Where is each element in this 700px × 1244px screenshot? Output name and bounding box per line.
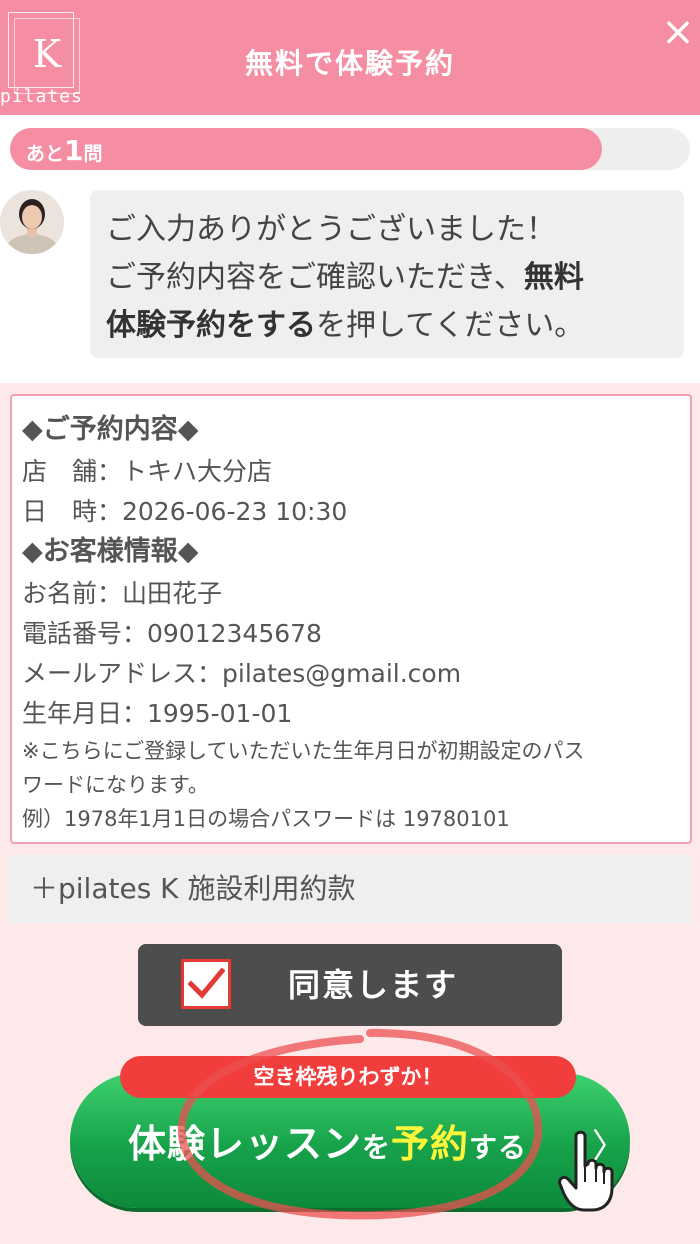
page-title: 無料で体験予約: [244, 47, 455, 80]
agree-label: 同意します: [288, 966, 459, 1004]
avatar-illustration: [0, 190, 64, 254]
password-note-line-1: ※こちらにご登録していただいた生年月日が初期設定のパス: [22, 739, 585, 763]
message-text: を押してください。: [316, 308, 585, 343]
header-bar: K pilates 無料で体験予約 ×: [0, 0, 700, 115]
avatar: [0, 190, 64, 254]
highlight-circle-overlay: [177, 1028, 543, 1220]
message-line-2: ご予約内容をご確認いただき、無料: [106, 254, 670, 302]
message-line-1: ご入力ありがとうございました！: [106, 212, 556, 247]
phone-row: 電話番号：09012345678: [22, 619, 322, 648]
progress-prefix: あと: [26, 143, 65, 165]
checkmark-icon: [187, 967, 226, 999]
message-bold-text: 無料: [523, 260, 584, 295]
email-row: メールアドレス：pilates@gmail.com: [22, 659, 462, 688]
logo-word: pilates: [0, 86, 83, 107]
reservation-details-box: ◆ご予約内容◆ 店 舗：トキハ大分店 日 時：2026-06-23 10:30 …: [10, 394, 692, 844]
reservation-heading: ◆ご予約内容◆: [22, 414, 199, 445]
birthday-row: 生年月日：1995-01-01: [22, 699, 293, 728]
message-bubble: ご入力ありがとうございました！ ご予約内容をご確認いただき、無料 体験予約をする…: [90, 190, 684, 358]
store-row: 店 舗：トキハ大分店: [22, 457, 273, 486]
terms-link[interactable]: ＋pilates K 施設利用約款: [8, 855, 692, 923]
message-line-3: 体験予約をするを押してください。: [106, 302, 670, 350]
close-icon[interactable]: ×: [658, 12, 698, 52]
progress-number: 1: [64, 134, 84, 167]
message-text: ご予約内容をご確認いただき、: [106, 260, 524, 295]
progress-label: あと1問: [26, 130, 103, 172]
name-row: お名前：山田花子: [22, 579, 223, 608]
password-note-example: 例）1978年1月1日の場合パスワードは 19780101: [22, 807, 510, 831]
customer-heading: ◆お客様情報◆: [22, 536, 199, 567]
agree-checkbox-button[interactable]: 同意します: [138, 944, 562, 1026]
checkbox[interactable]: [181, 959, 231, 1009]
datetime-row: 日 時：2026-06-23 10:30: [22, 497, 348, 526]
message-bold-text: 体験予約をする: [106, 308, 316, 343]
progress-suffix: 問: [83, 143, 103, 165]
password-note-line-2: ワードになります。: [22, 773, 209, 797]
pointing-hand-icon: [558, 1130, 614, 1212]
